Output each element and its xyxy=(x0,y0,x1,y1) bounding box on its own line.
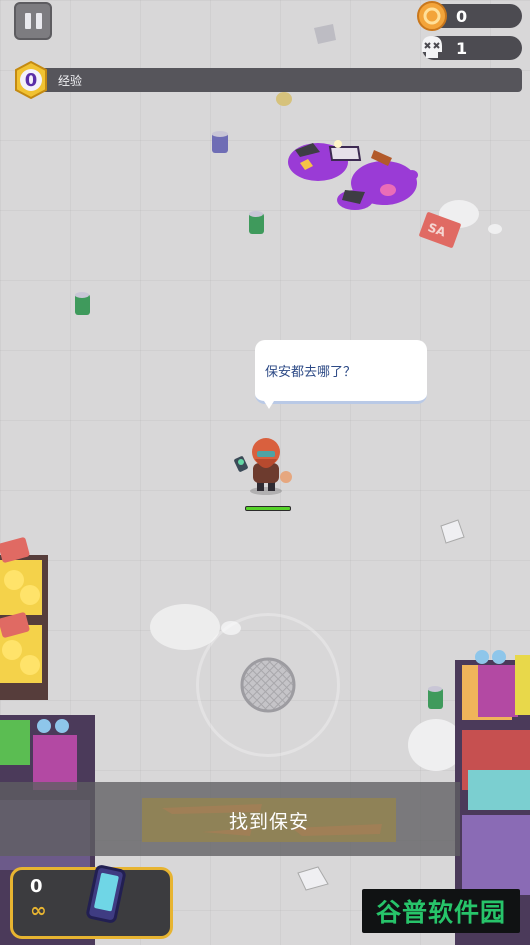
pause-button[interactable] xyxy=(14,2,52,40)
player-health-fill xyxy=(246,507,290,510)
paper-debris xyxy=(297,866,329,891)
objective-text: 找到保安 xyxy=(228,810,309,833)
player-character xyxy=(234,438,292,495)
xp-bar: 经验 xyxy=(30,68,522,92)
speech-bubble: 保安都去哪了？ xyxy=(255,340,427,404)
purple-goo-splatter xyxy=(288,140,418,210)
coin-count: 0 xyxy=(456,6,468,26)
coin-icon xyxy=(417,1,447,31)
can-debris xyxy=(212,131,228,153)
pause-icon xyxy=(24,13,31,29)
joystick-knob[interactable] xyxy=(240,657,296,713)
ammo-count: 0 xyxy=(30,876,43,897)
speech-bubble-text: 保安都去哪了？ xyxy=(265,365,357,380)
kill-counter: 1 xyxy=(422,36,522,60)
ammo-reserve: ∞ xyxy=(30,898,47,922)
phone-weapon-icon xyxy=(86,865,126,923)
can-debris xyxy=(75,292,90,315)
kill-count: 1 xyxy=(456,38,468,58)
paper-debris xyxy=(314,24,336,44)
skull-icon xyxy=(422,36,442,58)
can-debris xyxy=(249,211,264,234)
paper-debris xyxy=(440,519,465,544)
floor-puddle xyxy=(488,224,502,234)
can-debris xyxy=(276,92,292,106)
speech-bubble-tail xyxy=(264,401,274,409)
coin-counter: 0 xyxy=(417,1,522,31)
player-health-bar xyxy=(245,506,291,511)
can-debris xyxy=(428,686,443,709)
site-watermark: 谷普软件园 xyxy=(362,889,520,933)
xp-label: 经验 xyxy=(58,74,83,88)
game-viewport[interactable]: SA 0 1 经验 0 保安都去哪了？ 找到保安 0 ∞ 谷普软件园 xyxy=(0,0,530,945)
level-number: 0 xyxy=(24,69,38,91)
